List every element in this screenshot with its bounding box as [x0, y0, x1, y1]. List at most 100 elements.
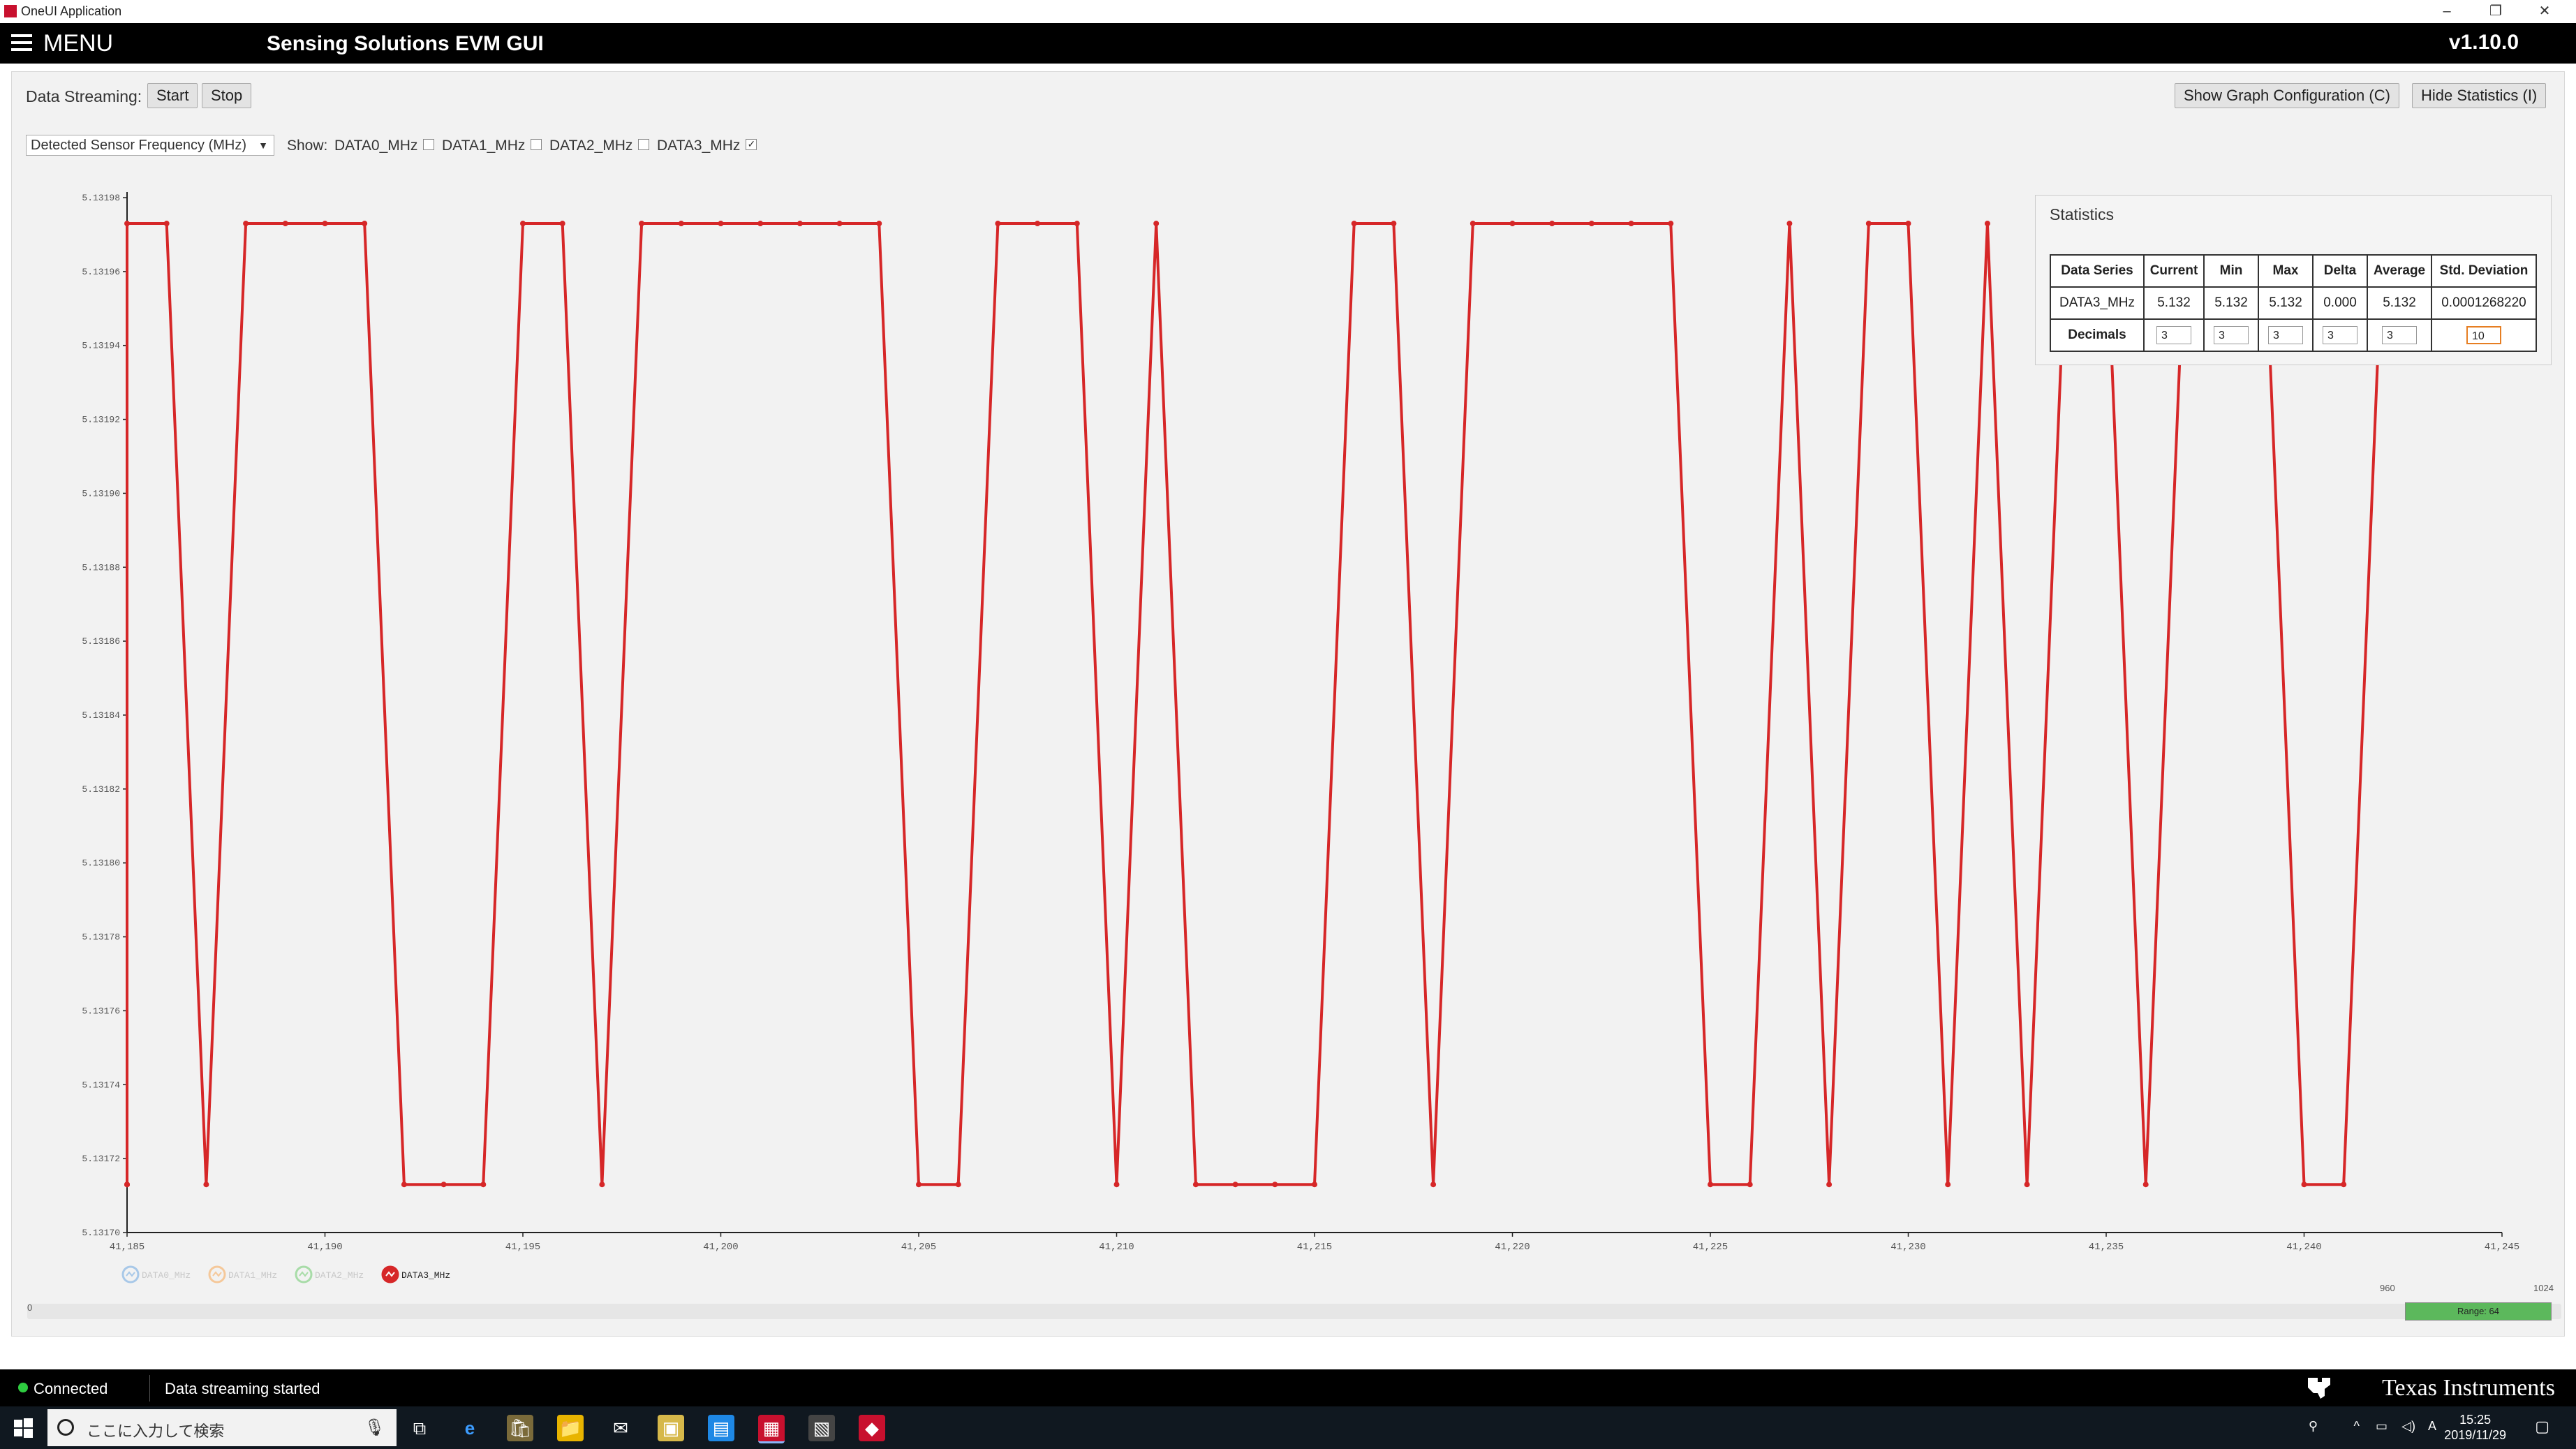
app-icon-gray[interactable]: ▧: [808, 1415, 835, 1441]
menu-button[interactable]: MENU: [43, 30, 113, 57]
x-tick-label: 41,210: [1099, 1242, 1134, 1253]
statistics-panel: Statistics Data Series Current Min Max D…: [2035, 195, 2552, 365]
hamburger-menu-icon[interactable]: [11, 34, 32, 51]
app-icon-blue[interactable]: ▤: [708, 1415, 734, 1441]
header-cell: Current: [2143, 254, 2205, 288]
y-tick-label: 5.13184: [82, 710, 120, 721]
x-tick-label: 41,195: [505, 1242, 540, 1253]
range-slider-track[interactable]: [27, 1304, 2561, 1319]
data-point: [2142, 1182, 2149, 1188]
search-placeholder: ここに入力して検索: [87, 1422, 225, 1440]
data-point: [955, 1182, 961, 1188]
app-icon-yellow[interactable]: ▣: [658, 1415, 684, 1441]
connection-status-icon: [18, 1383, 28, 1392]
x-tick-label: 41,205: [901, 1242, 936, 1253]
windows-start-icon[interactable]: [13, 1418, 34, 1439]
minimize-icon[interactable]: –: [2422, 0, 2471, 23]
cortana-icon: [57, 1419, 74, 1436]
people-icon[interactable]: ⚲: [2309, 1419, 2318, 1434]
table-cell: 0.0001268220: [2431, 286, 2537, 320]
data-point: [995, 221, 1001, 227]
status-message: Data streaming started: [165, 1380, 320, 1397]
edge-browser-icon[interactable]: e: [457, 1415, 483, 1441]
data-point: [322, 221, 328, 227]
decimals-input[interactable]: 3: [2268, 326, 2303, 344]
y-tick-label: 5.13186: [82, 636, 120, 647]
data-point: [1588, 221, 1594, 227]
decimals-input[interactable]: 3: [2214, 326, 2249, 344]
table-cell: 5.132: [2143, 286, 2205, 320]
header-cell: Data Series: [2050, 254, 2145, 288]
oneui-app-icon[interactable]: ▦: [758, 1415, 785, 1443]
data-point: [203, 1182, 209, 1188]
data-point: [678, 221, 684, 227]
decimals-spinner-input[interactable]: 10: [2466, 326, 2501, 344]
data-point: [1708, 1182, 1713, 1188]
data-point: [1192, 1182, 1199, 1188]
app-title: Sensing Solutions EVM GUI: [267, 32, 544, 55]
data-point: [401, 1182, 407, 1188]
divider: [149, 1375, 150, 1402]
data-point: [876, 221, 882, 227]
status-bar: Connected Data streaming started Texas I…: [0, 1369, 2576, 1406]
table-cell: 5.132: [2258, 286, 2314, 320]
notification-icon[interactable]: ▢: [2535, 1418, 2549, 1436]
data-point: [916, 1182, 921, 1188]
main-panel: Data Streaming: Start Stop Show Graph Co…: [11, 71, 2565, 1337]
taskbar-search[interactable]: ここに入力して検索 🎙: [47, 1409, 397, 1446]
table-cell: 10: [2431, 318, 2537, 352]
ime-indicator[interactable]: A: [2428, 1419, 2436, 1434]
store-icon[interactable]: 🛍: [507, 1415, 533, 1441]
legend-label: DATA3_MHz: [401, 1270, 450, 1281]
clock-time: 15:25: [2459, 1413, 2492, 1427]
connection-status[interactable]: Connected: [34, 1380, 108, 1398]
data-point: [1509, 221, 1516, 227]
task-view-icon[interactable]: ⧉: [406, 1415, 433, 1441]
data-point: [124, 221, 130, 227]
data-point: [1826, 1182, 1833, 1188]
file-explorer-icon[interactable]: 📁: [557, 1415, 584, 1441]
table-cell: 3: [2367, 318, 2432, 352]
clock[interactable]: 15:25 2019/11/29: [2444, 1412, 2506, 1443]
decimals-input[interactable]: 3: [2156, 326, 2191, 344]
table-cell: DATA3_MHz: [2050, 286, 2145, 320]
microphone-icon[interactable]: 🎙: [364, 1418, 385, 1438]
y-tick-label: 5.13196: [82, 267, 120, 277]
y-tick-label: 5.13192: [82, 415, 120, 425]
data-point: [1351, 221, 1357, 227]
app-icon-red[interactable]: ◆: [859, 1415, 885, 1441]
mail-icon[interactable]: ✉: [607, 1415, 634, 1441]
table-cell: 0.000: [2312, 286, 2368, 320]
restore-icon[interactable]: ❐: [2471, 0, 2520, 23]
data-point: [718, 221, 724, 227]
app-header: MENU Sensing Solutions EVM GUI v1.10.0: [0, 23, 2576, 64]
data-point: [1312, 1182, 1317, 1188]
close-icon[interactable]: ✕: [2520, 0, 2569, 23]
data-point: [2301, 1182, 2307, 1188]
data-point: [1232, 1182, 1238, 1188]
range-text: Range: 64: [2457, 1306, 2499, 1316]
statistics-data-row: DATA3_MHz 5.132 5.132 5.132 0.000 5.132 …: [2050, 286, 2537, 320]
x-tick-label: 41,190: [307, 1242, 342, 1253]
range-slider-selection[interactable]: Range: 64: [2405, 1302, 2552, 1321]
decimals-input[interactable]: 3: [2323, 326, 2357, 344]
legend-line-icon: [126, 1271, 135, 1277]
data-point: [1113, 1182, 1120, 1188]
data-point: [1430, 1182, 1437, 1188]
statistics-table: Data Series Current Min Max Delta Averag…: [2050, 254, 2537, 352]
y-tick-label: 5.13198: [82, 193, 120, 203]
data-point: [1470, 221, 1476, 227]
range-min-label: 0: [27, 1302, 33, 1313]
table-cell: 5.132: [2367, 286, 2432, 320]
y-tick-label: 5.13180: [82, 858, 120, 869]
x-tick-label: 41,185: [110, 1242, 145, 1253]
x-tick-label: 41,230: [1890, 1242, 1925, 1253]
tray-chevron-icon[interactable]: ^: [2354, 1419, 2360, 1434]
data-point: [836, 221, 843, 227]
data-point: [599, 1182, 605, 1188]
table-cell: 3: [2143, 318, 2205, 352]
version-label: v1.10.0: [2448, 31, 2519, 54]
volume-icon[interactable]: ◁): [2401, 1419, 2415, 1434]
network-icon[interactable]: ▭: [2376, 1419, 2388, 1434]
decimals-input[interactable]: 3: [2382, 326, 2417, 344]
